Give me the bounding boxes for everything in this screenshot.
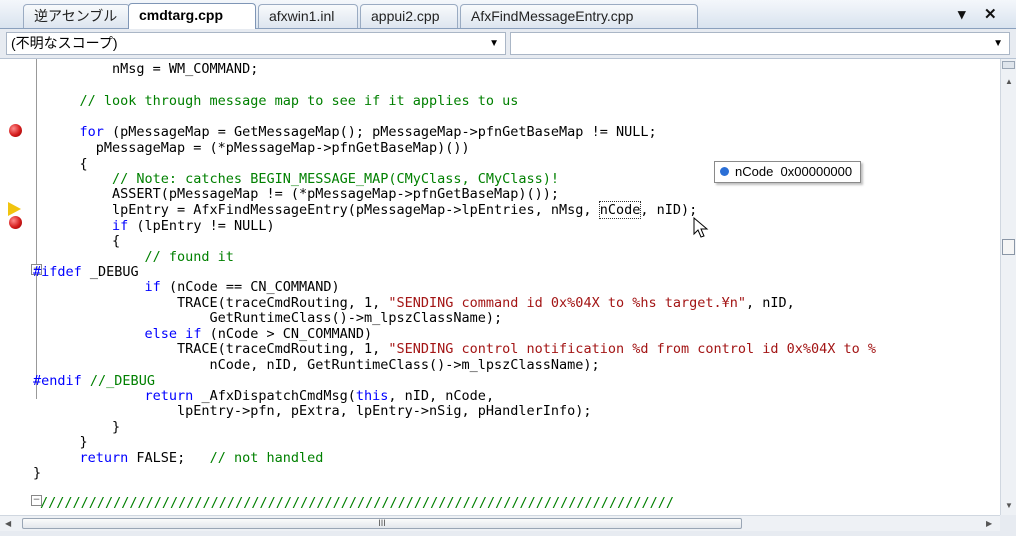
- close-icon[interactable]: ✕: [984, 5, 997, 23]
- code-line: ASSERT(pMessageMap != (*pMessageMap->pfn…: [47, 186, 560, 202]
- code-line: if (nCode == CN_COMMAND): [144, 279, 340, 295]
- code-line: // found it: [47, 249, 234, 265]
- code-line: for (pMessageMap = GetMessageMap(); pMes…: [47, 124, 657, 140]
- comment: //_DEBUG: [89, 373, 155, 389]
- horizontal-scrollbar[interactable]: ◀ III ▶: [0, 515, 1000, 531]
- vertical-scrollbar[interactable]: ▲ ▼: [1000, 59, 1016, 515]
- scope-combo-right[interactable]: ▼: [510, 32, 1010, 55]
- scope-combo-left-value: (不明なスコープ): [11, 35, 118, 51]
- scroll-right-icon[interactable]: ▶: [986, 519, 992, 528]
- chevron-down-icon: ▼: [993, 38, 1003, 49]
- code-line: pMessageMap = (*pMessageMap->pfnGetBaseM…: [47, 140, 470, 156]
- chevron-down-icon: ▼: [489, 38, 499, 49]
- keyword: return: [144, 388, 194, 404]
- scroll-grip: III: [378, 518, 386, 528]
- string-literal: "SENDING command id 0x%04X to %hs target…: [388, 295, 746, 311]
- horizontal-scroll-thumb[interactable]: III: [22, 518, 742, 529]
- code-line: ////////////////////////////////////////…: [40, 495, 674, 511]
- code-line: }: [47, 434, 88, 450]
- code-line: nMsg = WM_COMMAND;: [47, 61, 259, 77]
- string-literal: "SENDING control notification %d from co…: [388, 341, 877, 357]
- keyword: this: [355, 388, 389, 404]
- code-line: return _AfxDispatchCmdMsg(this, nID, nCo…: [144, 388, 495, 404]
- code-line: lpEntry = AfxFindMessageEntry(pMessageMa…: [47, 201, 698, 219]
- tab-cmdtarg-cpp[interactable]: cmdtarg.cpp: [128, 3, 256, 29]
- code-line: return FALSE; // not handled: [79, 450, 324, 466]
- scope-bar: (不明なスコープ) ▼ ▼: [0, 29, 1016, 59]
- tab-strip: 逆アセンブル cmdtarg.cpp afxwin1.inl appui2.cp…: [0, 0, 1016, 29]
- variable-icon: [720, 167, 729, 176]
- code-line: {: [47, 156, 88, 172]
- code-line: // Note: catches BEGIN_MESSAGE_MAP(CMyCl…: [47, 171, 560, 187]
- code-editor[interactable]: − − nMsg = WM_COMMAND; // look through m…: [0, 59, 1000, 515]
- keyword: #endif: [33, 373, 82, 389]
- scope-combo-left[interactable]: (不明なスコープ) ▼: [6, 32, 506, 55]
- keyword: #ifdef: [33, 264, 82, 280]
- vertical-scroll-thumb[interactable]: [1002, 239, 1015, 255]
- keyword: else if: [144, 326, 202, 342]
- keyword: return: [79, 450, 129, 466]
- code-line: TRACE(traceCmdRouting, 1, "SENDING contr…: [47, 341, 877, 357]
- scroll-left-icon[interactable]: ◀: [5, 519, 11, 528]
- debugger-datatip[interactable]: nCode 0x00000000: [714, 161, 862, 183]
- datatip-variable-name: nCode: [735, 164, 774, 179]
- keyword: if: [144, 279, 161, 295]
- code-line: }: [33, 465, 42, 481]
- datatip-variable-value[interactable]: 0x00000000: [781, 164, 853, 179]
- code-line: if (lpEntry != NULL): [112, 218, 275, 234]
- code-line: // look through message map to see if it…: [47, 93, 519, 109]
- code-line: #ifdef _DEBUG: [33, 264, 139, 280]
- scroll-up-icon[interactable]: ▲: [1005, 77, 1013, 86]
- code-text[interactable]: nMsg = WM_COMMAND; // look through messa…: [0, 59, 1000, 515]
- code-line: nCode, nID, GetRuntimeClass()->m_lpszCla…: [47, 357, 600, 373]
- scroll-down-icon[interactable]: ▼: [1005, 501, 1013, 510]
- code-line: {: [47, 233, 121, 249]
- tab-afxwin1-inl[interactable]: afxwin1.inl: [258, 4, 358, 28]
- tab-disassembly[interactable]: 逆アセンブル: [23, 4, 130, 28]
- code-line: else if (nCode > CN_COMMAND): [144, 326, 373, 342]
- split-handle[interactable]: [1002, 61, 1015, 69]
- hovered-identifier[interactable]: nCode: [598, 201, 642, 219]
- comment: // not handled: [209, 450, 324, 466]
- comment: // look through message map to see if it…: [47, 93, 519, 109]
- code-line: GetRuntimeClass()->m_lpszClassName);: [47, 310, 503, 326]
- code-line: #endif //_DEBUG: [33, 373, 155, 389]
- code-line: }: [47, 419, 121, 435]
- tab-appui2-cpp[interactable]: appui2.cpp: [360, 4, 458, 28]
- code-line: lpEntry->pfn, pExtra, lpEntry->nSig, pHa…: [47, 403, 592, 419]
- code-line: TRACE(traceCmdRouting, 1, "SENDING comma…: [47, 295, 795, 311]
- mouse-pointer-icon: [693, 217, 709, 238]
- keyword: if: [112, 218, 129, 234]
- keyword: for: [47, 124, 104, 140]
- tab-afxfindmessageentry-cpp[interactable]: AfxFindMessageEntry.cpp: [460, 4, 698, 28]
- window-frame-bottom: [0, 531, 1016, 536]
- window-dropdown-icon[interactable]: ▾: [958, 5, 966, 23]
